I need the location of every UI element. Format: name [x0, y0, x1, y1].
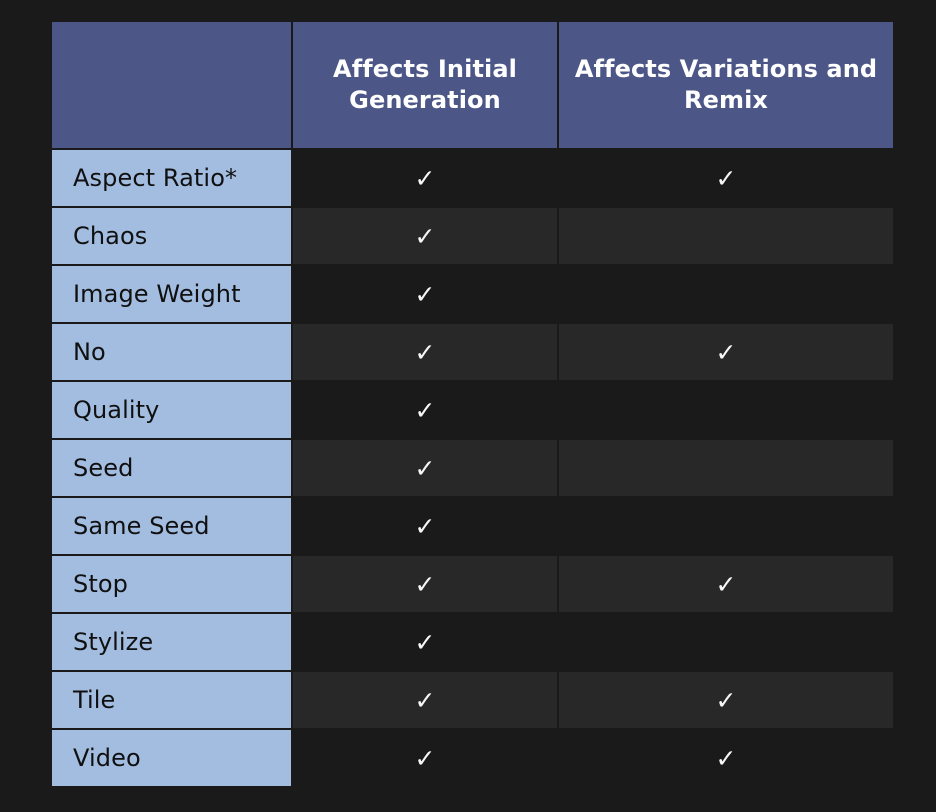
cell-initial: ✓: [293, 440, 557, 496]
row-label-cell: Same Seed: [52, 498, 291, 554]
table-row: No ✓ ✓: [52, 324, 893, 380]
check-icon: ✓: [414, 163, 436, 193]
cell-variations: ✓: [559, 556, 893, 612]
table-row: Image Weight ✓: [52, 266, 893, 322]
parameters-table: Affects Initial Generation Affects Varia…: [50, 20, 895, 788]
row-label-cell: Aspect Ratio*: [52, 150, 291, 206]
cell-initial: ✓: [293, 150, 557, 206]
check-icon: ✓: [414, 569, 436, 599]
check-icon: ✓: [414, 221, 436, 251]
header-affects-variations-and-remix: Affects Variations and Remix: [559, 22, 893, 148]
cell-initial: ✓: [293, 730, 557, 786]
row-label-cell: Video: [52, 730, 291, 786]
cell-variations: [559, 208, 893, 264]
cell-initial: ✓: [293, 614, 557, 670]
cell-initial: ✓: [293, 266, 557, 322]
table-header: Affects Initial Generation Affects Varia…: [52, 22, 893, 148]
cell-variations: ✓: [559, 730, 893, 786]
cell-initial: ✓: [293, 324, 557, 380]
table-row: Video ✓ ✓: [52, 730, 893, 786]
table-row: Quality ✓: [52, 382, 893, 438]
row-label-cell: Image Weight: [52, 266, 291, 322]
table-row: Stop ✓ ✓: [52, 556, 893, 612]
check-icon: ✓: [414, 279, 436, 309]
row-label-cell: No: [52, 324, 291, 380]
cell-initial: ✓: [293, 498, 557, 554]
cell-variations: [559, 266, 893, 322]
table-row: Same Seed ✓: [52, 498, 893, 554]
row-label-cell: Chaos: [52, 208, 291, 264]
table-row: Aspect Ratio* ✓ ✓: [52, 150, 893, 206]
cell-variations: [559, 382, 893, 438]
parameters-table-container: Affects Initial Generation Affects Varia…: [50, 20, 893, 793]
check-icon: ✓: [414, 627, 436, 657]
check-icon: ✓: [715, 569, 737, 599]
row-label-cell: Stop: [52, 556, 291, 612]
header-row: Affects Initial Generation Affects Varia…: [52, 22, 893, 148]
row-label-cell: Quality: [52, 382, 291, 438]
cell-initial: ✓: [293, 208, 557, 264]
cell-variations: [559, 440, 893, 496]
check-icon: ✓: [414, 743, 436, 773]
check-icon: ✓: [414, 453, 436, 483]
check-icon: ✓: [414, 685, 436, 715]
table-row: Chaos ✓: [52, 208, 893, 264]
cell-variations: ✓: [559, 150, 893, 206]
header-affects-initial-generation: Affects Initial Generation: [293, 22, 557, 148]
check-icon: ✓: [715, 337, 737, 367]
check-icon: ✓: [715, 743, 737, 773]
check-icon: ✓: [715, 685, 737, 715]
row-label-cell: Stylize: [52, 614, 291, 670]
check-icon: ✓: [414, 337, 436, 367]
table-row: Tile ✓ ✓: [52, 672, 893, 728]
cell-variations: [559, 498, 893, 554]
cell-variations: [559, 614, 893, 670]
table-row: Stylize ✓: [52, 614, 893, 670]
cell-variations: ✓: [559, 324, 893, 380]
cell-initial: ✓: [293, 382, 557, 438]
check-icon: ✓: [414, 395, 436, 425]
header-corner-cell: [52, 22, 291, 148]
table-row: Seed ✓: [52, 440, 893, 496]
cell-initial: ✓: [293, 672, 557, 728]
check-icon: ✓: [715, 163, 737, 193]
page-root: Affects Initial Generation Affects Varia…: [0, 0, 936, 812]
table-body: Aspect Ratio* ✓ ✓ Chaos ✓ Image Weight ✓ No ✓ ✓ Qu…: [52, 150, 893, 786]
check-icon: ✓: [414, 511, 436, 541]
row-label-cell: Tile: [52, 672, 291, 728]
cell-initial: ✓: [293, 556, 557, 612]
cell-variations: ✓: [559, 672, 893, 728]
row-label-cell: Seed: [52, 440, 291, 496]
